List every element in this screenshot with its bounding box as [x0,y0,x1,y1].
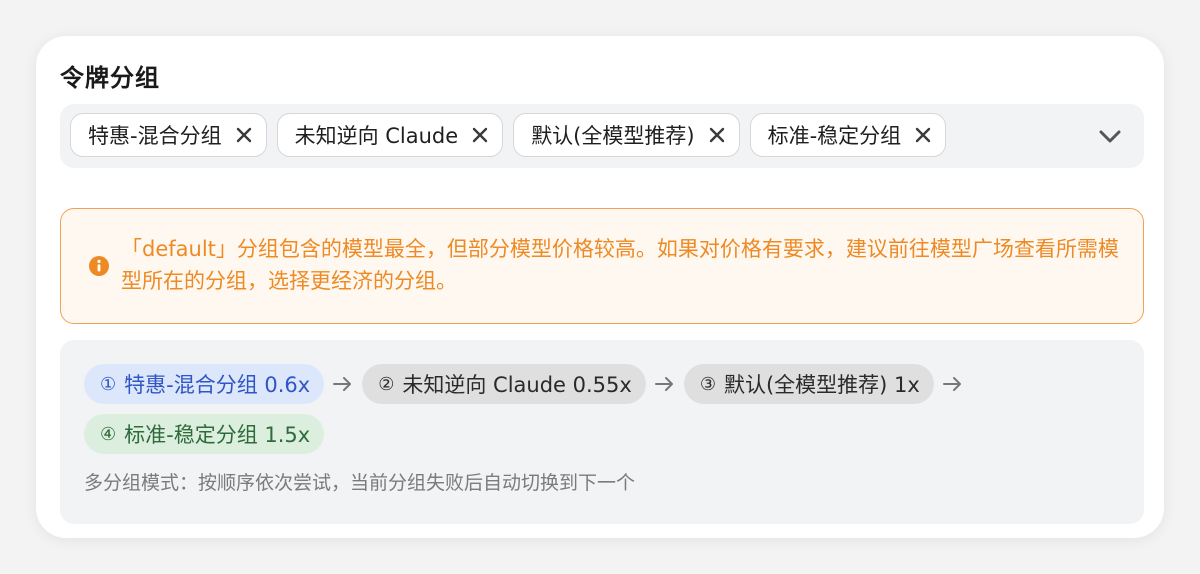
tag-group: 标准-稳定分组 [749,113,947,157]
tag-label: 标准-稳定分组 [767,124,902,148]
group-chain-panel: ① 特惠-混合分组 0.6x ② 未知逆向 Claude 0.55x ③ 默认(… [60,340,1144,524]
tag-group: 默认(全模型推荐) [513,113,740,157]
arrow-right-icon [332,375,354,393]
arrow-right-icon [654,375,676,393]
group-chain: ① 特惠-混合分组 0.6x ② 未知逆向 Claude 0.55x ③ 默认(… [84,364,1124,454]
chip-order: ② [378,373,395,395]
alert-message: 「default」分组包含的模型最全，但部分模型价格较高。如果对价格有要求，建议… [121,237,1119,293]
chevron-down-icon[interactable] [1096,124,1124,148]
tag-label: 默认(全模型推荐) [531,124,695,148]
chip-label: 标准-稳定分组 1.5x [124,423,311,447]
close-icon[interactable] [232,123,256,147]
tag-label: 特惠-混合分组 [88,124,222,148]
chip-order: ③ [699,373,716,395]
chip-order: ① [100,373,117,395]
chip-order: ④ [100,423,117,445]
chain-chip: ④ 标准-稳定分组 1.5x [84,414,325,454]
chain-chip: ③ 默认(全模型推荐) 1x [683,364,934,404]
chain-chip: ① 特惠-混合分组 0.6x [84,364,325,404]
tag-group: 特惠-混合分组 [70,113,267,157]
tag-group: 未知逆向 Claude [276,113,504,157]
close-icon[interactable] [705,123,729,147]
chip-label: 特惠-混合分组 0.6x [124,373,311,397]
multi-group-hint: 多分组模式：按顺序依次尝试，当前分组失败后自动切换到下一个 [84,472,636,494]
section-title: 令牌分组 [60,64,160,92]
close-icon[interactable] [468,123,492,147]
group-multiselect[interactable]: 特惠-混合分组 未知逆向 Claude 默认(全模型推荐) 标准-稳定分组 [60,104,1144,168]
chip-label: 默认(全模型推荐) 1x [723,373,920,397]
chain-chip: ② 未知逆向 Claude 0.55x [362,364,646,404]
tag-label: 未知逆向 Claude [294,124,459,148]
info-alert: 「default」分组包含的模型最全，但部分模型价格较高。如果对价格有要求，建议… [60,208,1144,324]
token-group-card: 令牌分组 特惠-混合分组 未知逆向 Claude 默认(全模型推荐) 标准-稳定… [36,36,1164,538]
arrow-right-icon [942,375,964,393]
close-icon[interactable] [911,123,935,147]
selected-tags: 特惠-混合分组 未知逆向 Claude 默认(全模型推荐) 标准-稳定分组 [70,113,947,157]
info-icon [89,256,109,276]
chip-label: 未知逆向 Claude 0.55x [402,373,632,397]
